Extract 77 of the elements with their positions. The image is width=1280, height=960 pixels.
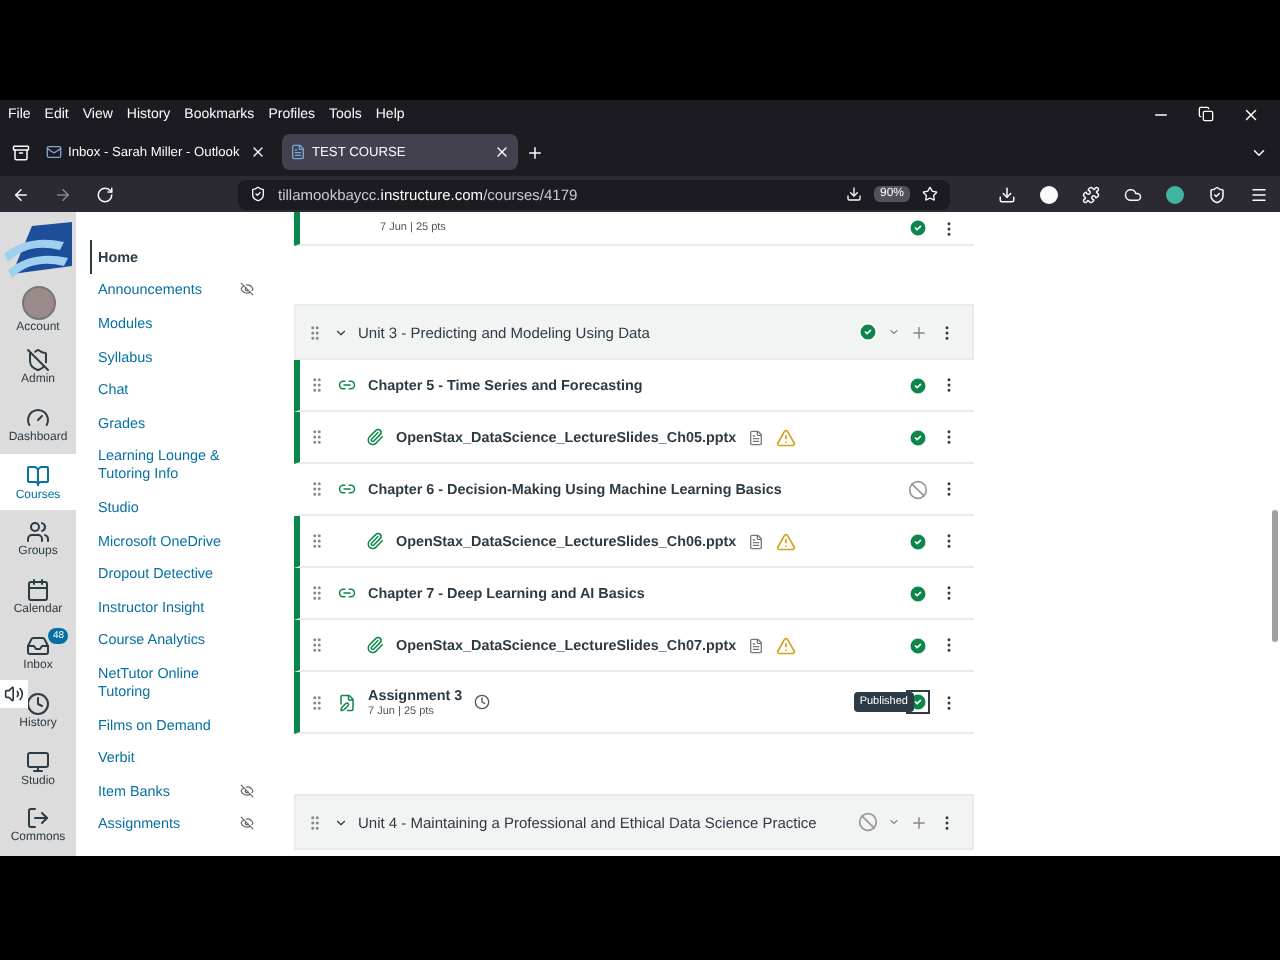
- reload-icon: [96, 185, 114, 203]
- unpublished-icon[interactable]: [858, 812, 878, 832]
- menu-icon: [1250, 185, 1268, 203]
- warning-icon: [776, 635, 797, 655]
- drag-handle-icon: [306, 323, 324, 341]
- download-icon: [845, 186, 862, 202]
- drag-handle-icon: [308, 532, 326, 550]
- file-icon: [748, 429, 765, 445]
- add-icon: [910, 323, 928, 341]
- published-check-icon[interactable]: [908, 427, 928, 447]
- caret-icon: [888, 816, 900, 828]
- shield-icon: [1208, 185, 1226, 203]
- published-check-icon[interactable]: [858, 322, 878, 342]
- puzzle-icon: [1082, 185, 1100, 203]
- drag-handle-icon: [308, 584, 326, 602]
- clock-icon: [474, 694, 491, 710]
- cloud-icon: [1124, 185, 1142, 203]
- new-tab-icon: [526, 143, 544, 161]
- star-icon: [922, 186, 938, 202]
- drag-handle-icon: [306, 813, 324, 831]
- published-check-icon[interactable]: [908, 692, 928, 712]
- speaker-icon: [4, 684, 24, 704]
- paperclip-icon: [366, 428, 384, 446]
- close-icon: [1242, 105, 1260, 123]
- file-icon: [748, 637, 765, 653]
- add-icon: [910, 813, 928, 831]
- shield-icon: [250, 186, 266, 202]
- drag-handle-icon: [308, 428, 326, 446]
- restore-icon: [1198, 105, 1214, 121]
- paperclip-icon: [366, 532, 384, 550]
- speaker-button[interactable]: [0, 680, 28, 708]
- drag-handle-icon: [308, 376, 326, 394]
- dashboard-icon: [26, 405, 50, 430]
- courses-icon: [26, 463, 50, 488]
- caret-icon: [334, 815, 348, 829]
- avatar: [21, 286, 55, 321]
- extension-icon[interactable]: [1040, 185, 1058, 203]
- published-check-icon[interactable]: [908, 583, 928, 603]
- warning-icon: [776, 427, 797, 447]
- scrollbar[interactable]: [1272, 510, 1278, 642]
- paperclip-icon: [366, 636, 384, 654]
- download-icon: [998, 185, 1016, 203]
- calendar-icon: [26, 577, 50, 602]
- forward-icon: [54, 185, 72, 203]
- inbox-icon: [26, 634, 50, 659]
- link-icon: [338, 584, 356, 602]
- file-icon: [748, 533, 765, 549]
- link-icon: [338, 480, 356, 498]
- caret-icon: [334, 325, 348, 339]
- published-check-icon[interactable]: [908, 635, 928, 655]
- back-icon: [12, 185, 30, 203]
- drag-handle-icon: [308, 480, 326, 498]
- groups-icon: [26, 520, 50, 545]
- link-icon: [338, 376, 356, 394]
- drag-handle-icon: [308, 693, 326, 711]
- eye-off-icon: [240, 282, 254, 297]
- assignment-icon: [338, 693, 356, 711]
- page-icon: [290, 144, 306, 160]
- close-icon: [250, 144, 266, 160]
- published-check-icon[interactable]: [908, 375, 928, 395]
- published-check-icon[interactable]: [908, 531, 928, 551]
- history-icon: [26, 691, 50, 716]
- unpublished-icon[interactable]: [908, 479, 928, 499]
- warning-icon: [776, 531, 797, 551]
- admin-icon: [26, 348, 50, 373]
- eye-off-icon: [240, 783, 254, 798]
- close-icon: [494, 144, 510, 160]
- profile-icon[interactable]: [1166, 185, 1184, 203]
- drag-handle-icon: [308, 636, 326, 654]
- studio-icon: [26, 749, 50, 774]
- mail-icon: [46, 144, 62, 160]
- published-check-icon[interactable]: [908, 218, 928, 238]
- eye-off-icon: [240, 816, 254, 831]
- logo-icon[interactable]: [4, 217, 72, 277]
- archive-icon: [12, 143, 30, 161]
- commons-icon: [26, 806, 50, 831]
- caret-icon: [888, 326, 900, 338]
